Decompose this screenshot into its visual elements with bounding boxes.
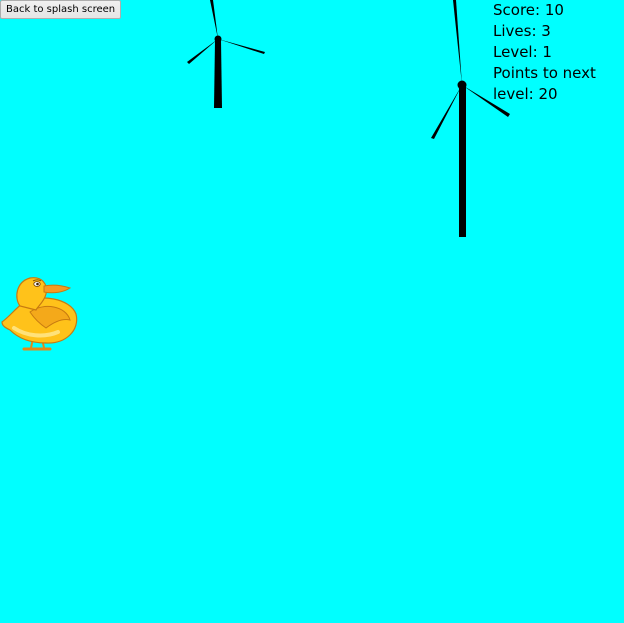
game-canvas[interactable]: Back to splash screen Score: 10 Lives: 3… (0, 0, 624, 623)
points-to-next-value: level: 20 (493, 85, 558, 103)
lives-display: Lives: 3 (493, 22, 551, 40)
level-display: Level: 1 (493, 43, 552, 61)
score-display: Score: 10 (493, 1, 564, 19)
back-to-splash-button[interactable]: Back to splash screen (0, 0, 122, 19)
duck-player[interactable] (0, 272, 82, 354)
wind-turbine-small (187, 0, 265, 108)
hud-panel: Score: 10 Lives: 3 Level: 1 Points to ne… (493, 0, 621, 105)
points-to-next-label: Points to next (493, 64, 596, 82)
